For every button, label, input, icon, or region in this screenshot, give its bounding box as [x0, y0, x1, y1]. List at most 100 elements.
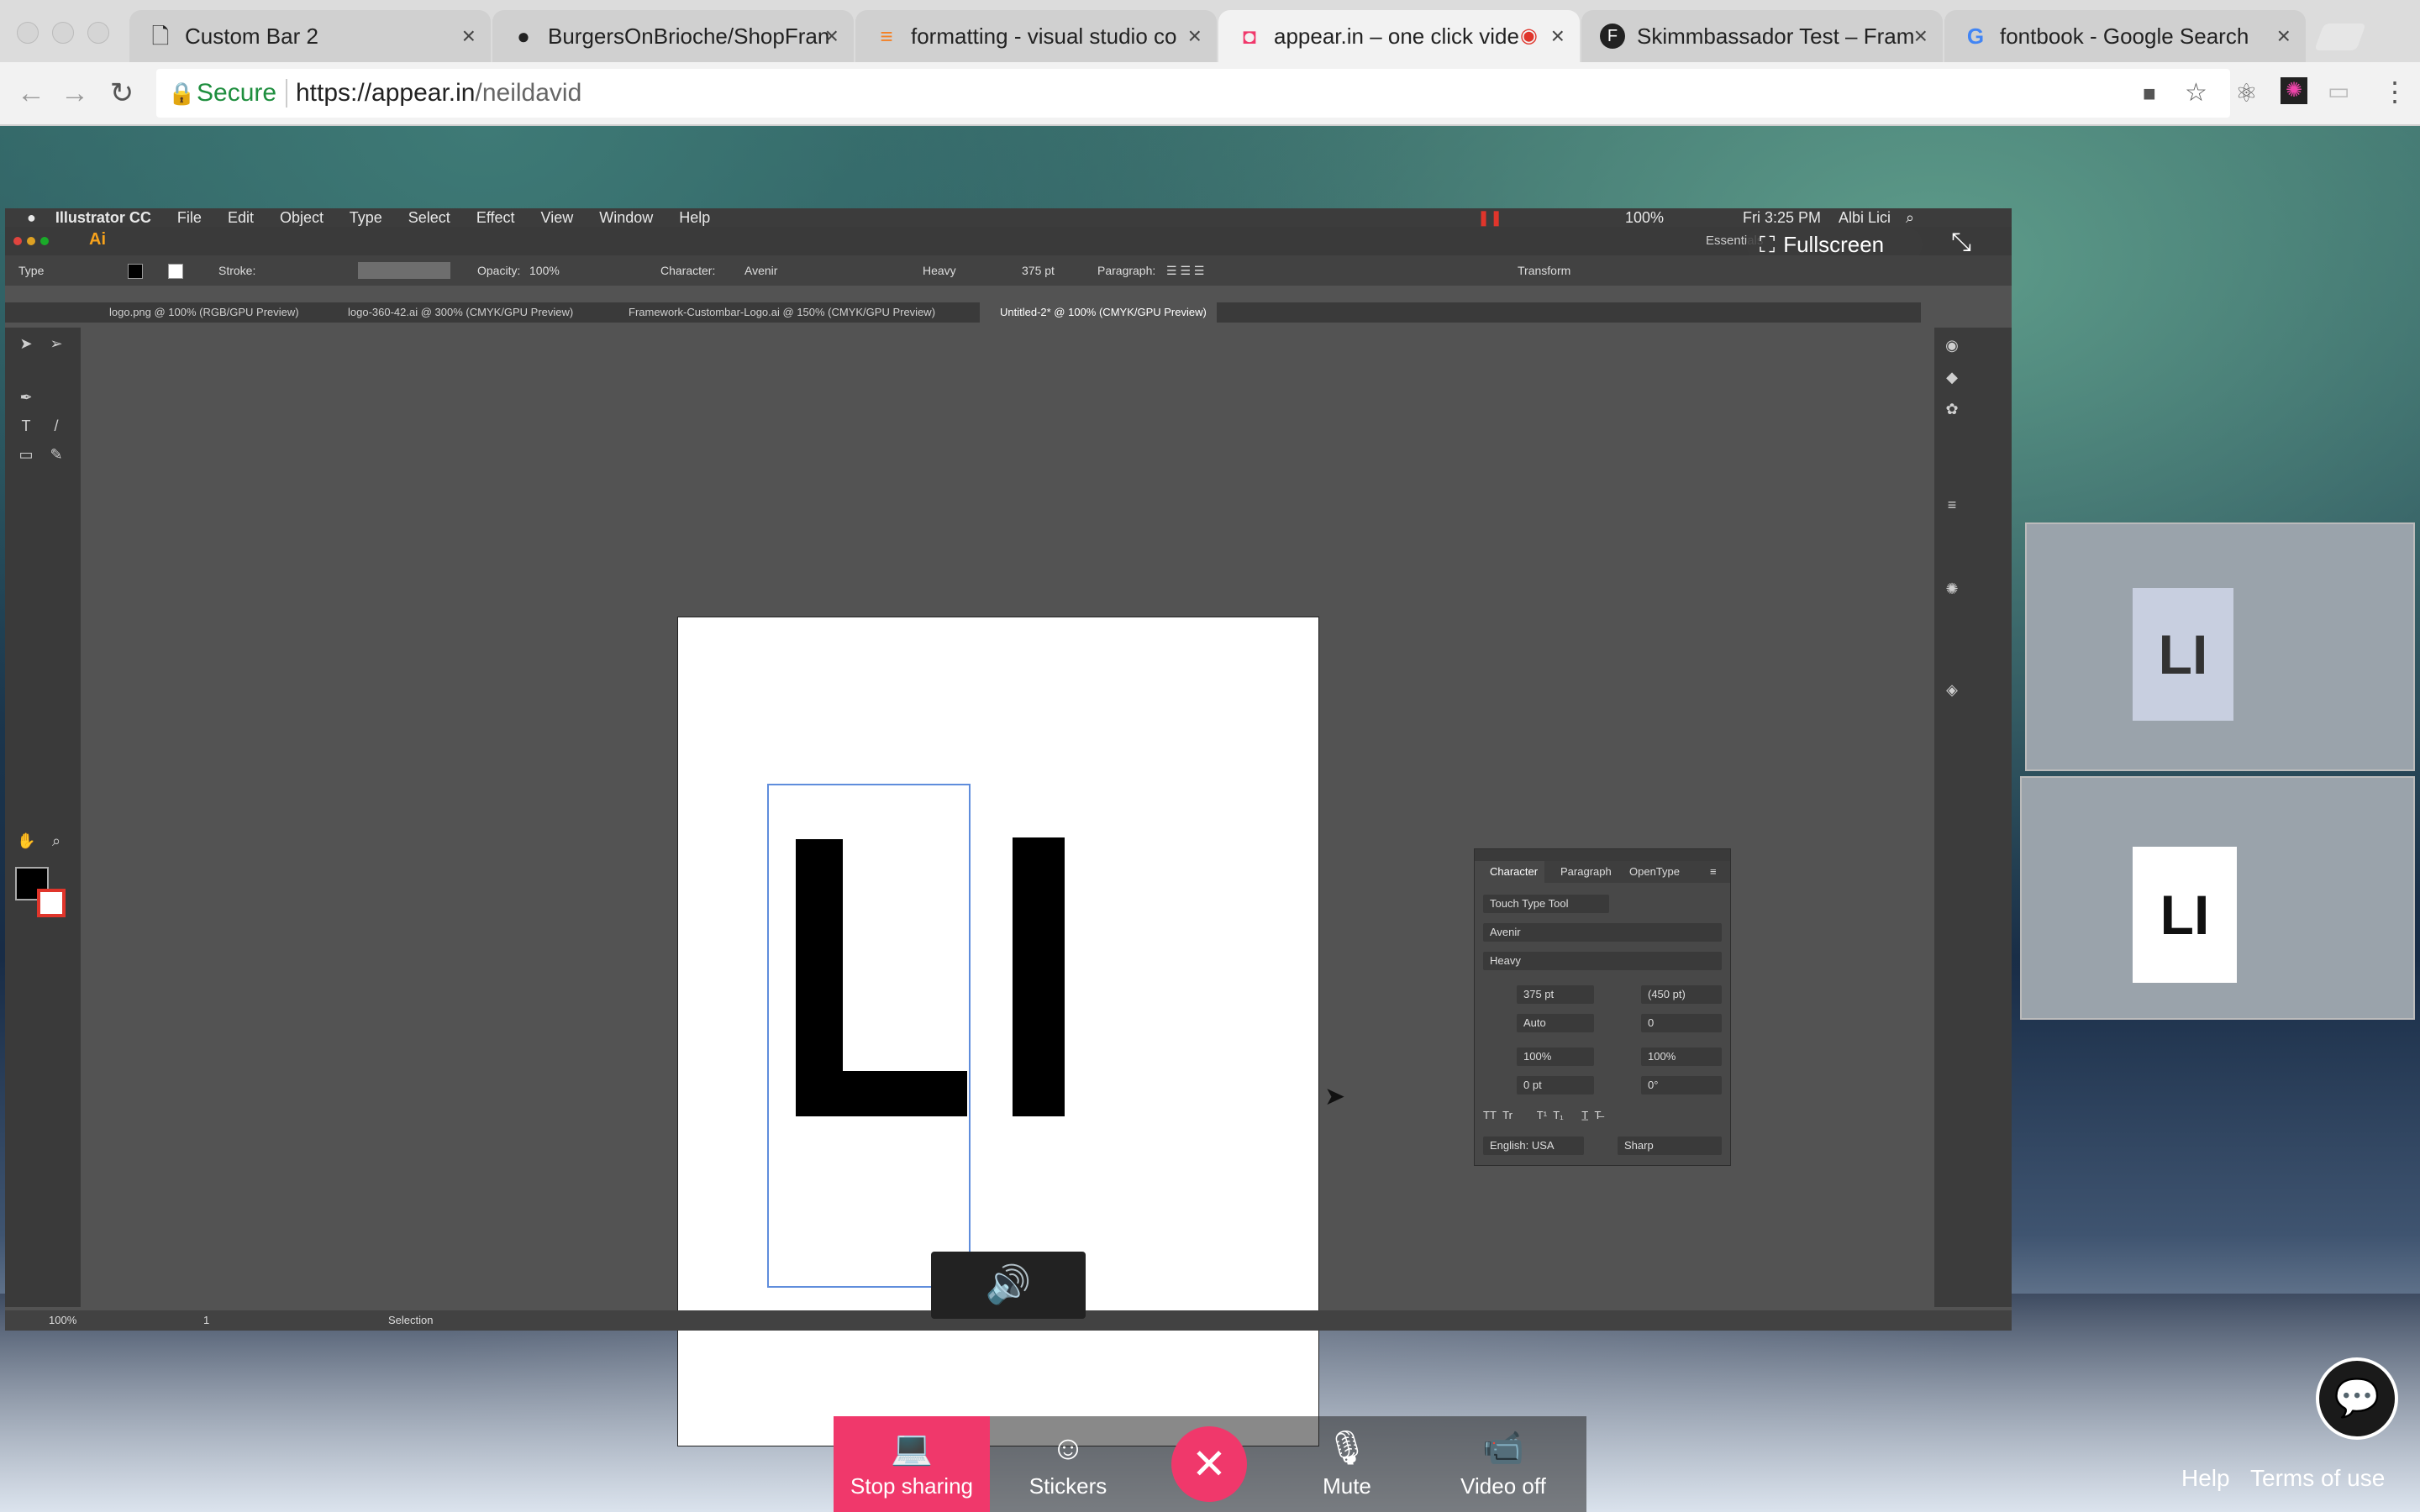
participant-thumbnail[interactable]: LI: [2025, 522, 2415, 771]
panel-icon[interactable]: ✺: [1943, 580, 1961, 598]
menu-view[interactable]: View: [541, 209, 574, 226]
browser-tab-stackoverflow[interactable]: ≡ formatting - visual studio co ×: [855, 10, 1217, 62]
close-tab-icon[interactable]: ×: [2277, 10, 2291, 62]
transform-link[interactable]: Transform: [1518, 255, 1570, 286]
artboard-number[interactable]: 1: [203, 1310, 209, 1331]
chrome-menu-icon[interactable]: ⋮: [2381, 76, 2408, 108]
case-buttons-row[interactable]: TT Tr T¹ T₁ T̲ T̶: [1483, 1105, 1722, 1126]
video-off-button[interactable]: 📹 Video off: [1425, 1416, 1581, 1512]
panel-titlebar[interactable]: [1475, 849, 1730, 861]
panel-icon[interactable]: ≡: [1943, 496, 1961, 514]
panel-icon[interactable]: ✿: [1943, 400, 1961, 418]
close-tab-icon[interactable]: ×: [1188, 10, 1202, 62]
antialias-select[interactable]: Sharp: [1618, 1137, 1722, 1155]
zoom-tool-icon[interactable]: ⌕: [47, 832, 66, 850]
menu-window[interactable]: Window: [599, 209, 653, 226]
doc-tab-logo-ai[interactable]: logo-360-42.ai @ 300% (CMYK/GPU Preview): [328, 302, 583, 323]
vertical-scale-input[interactable]: 100%: [1517, 1047, 1594, 1066]
tab-paragraph[interactable]: Paragraph: [1560, 861, 1612, 883]
touch-type-tool-button[interactable]: Touch Type Tool: [1483, 895, 1609, 913]
browser-tab-framer[interactable]: F Skimmbassador Test – Fram ×: [1581, 10, 1943, 62]
bookmark-star-icon[interactable]: ☆: [2185, 69, 2207, 118]
end-call-button[interactable]: ✕: [1171, 1426, 1247, 1502]
close-dot[interactable]: [13, 237, 22, 245]
kerning-input[interactable]: Auto: [1517, 1014, 1594, 1032]
collapse-icon[interactable]: ⤡: [1951, 228, 1971, 257]
direct-selection-tool-icon[interactable]: ➢: [47, 334, 66, 353]
menu-type[interactable]: Type: [350, 209, 382, 226]
rectangle-tool-icon[interactable]: ▭: [17, 445, 35, 464]
align-icons[interactable]: ☰ ☰ ☰: [1166, 255, 1204, 286]
opacity-value[interactable]: 100%: [529, 255, 560, 286]
speaker-button[interactable]: 🔊: [931, 1252, 1086, 1319]
menu-file[interactable]: File: [177, 209, 202, 226]
tracking-input[interactable]: 0: [1641, 1014, 1722, 1032]
menu-edit[interactable]: Edit: [228, 209, 254, 226]
browser-tab-google[interactable]: G fontbook - Google Search ×: [1944, 10, 2306, 62]
horizontal-scale-input[interactable]: 100%: [1641, 1047, 1722, 1066]
stickers-button[interactable]: ☺ Stickers: [990, 1416, 1146, 1512]
mute-button[interactable]: 🎙 Mute: [1269, 1416, 1425, 1512]
language-select[interactable]: English: USA: [1483, 1137, 1584, 1155]
close-tab-icon[interactable]: ×: [1914, 10, 1928, 62]
menu-help[interactable]: Help: [679, 209, 710, 226]
type-tool-icon[interactable]: T: [17, 417, 35, 435]
font-style-field[interactable]: Heavy: [1483, 952, 1722, 970]
browser-tab-appear-in[interactable]: ◘ appear.in – one click vide ◉ ×: [1218, 10, 1580, 62]
tab-character[interactable]: Character: [1475, 861, 1545, 883]
brush-tool-icon[interactable]: ✎: [47, 445, 66, 464]
doc-tab-untitled[interactable]: Untitled-2* @ 100% (CMYK/GPU Preview): [980, 302, 1217, 323]
min-dot[interactable]: [27, 237, 35, 245]
font-size-field[interactable]: 375 pt: [1022, 255, 1055, 286]
back-arrow-icon[interactable]: ←: [12, 74, 50, 113]
panel-menu-icon[interactable]: ≡: [1710, 861, 1717, 883]
reload-icon[interactable]: ↻: [103, 74, 141, 113]
zoom-level[interactable]: 100%: [49, 1310, 76, 1331]
menu-effect[interactable]: Effect: [476, 209, 515, 226]
selection-tool-icon[interactable]: ➤: [17, 334, 35, 353]
extension-cast-icon[interactable]: ▭: [2328, 77, 2349, 105]
terms-link[interactable]: Terms of use: [2250, 1465, 2385, 1492]
stop-sharing-button[interactable]: 💻 Stop sharing: [834, 1416, 990, 1512]
stroke-color-swatch[interactable]: [37, 889, 66, 917]
doc-tab-logo-png[interactable]: logo.png @ 100% (RGB/GPU Preview): [89, 302, 309, 323]
zoom-dot[interactable]: [40, 237, 49, 245]
browser-tab-custom-bar[interactable]: 🗋 Custom Bar 2 ×: [129, 10, 491, 62]
menu-app[interactable]: Illustrator CC: [55, 209, 151, 226]
browser-tab-github[interactable]: ● BurgersOnBrioche/ShopFran ×: [492, 10, 854, 62]
apple-icon[interactable]: ●: [27, 209, 36, 226]
close-tab-icon[interactable]: ×: [1551, 10, 1565, 62]
close-tab-icon[interactable]: ×: [462, 10, 476, 62]
panel-icon[interactable]: ◉: [1943, 336, 1961, 354]
help-link[interactable]: Help: [2181, 1465, 2230, 1492]
camera-icon[interactable]: ■: [2143, 69, 2156, 118]
extension-star-icon[interactable]: ✺: [2281, 77, 2307, 104]
window-minimize-button[interactable]: [52, 22, 74, 44]
brush-preview[interactable]: [358, 262, 450, 279]
address-bar[interactable]: 🔒 Secure https://appear.in/neildavid ■ ☆: [156, 69, 2230, 118]
panel-icon[interactable]: ◆: [1943, 368, 1961, 386]
stroke-swatch[interactable]: [168, 264, 183, 279]
hand-tool-icon[interactable]: ✋: [17, 832, 35, 850]
doc-tab-framework[interactable]: Framework-Custombar-Logo.ai @ 150% (CMYK…: [608, 302, 945, 323]
spotlight-icon[interactable]: ⌕: [1906, 208, 1914, 227]
fill-swatch[interactable]: [128, 264, 143, 279]
chat-button[interactable]: 💬: [2316, 1357, 2398, 1440]
weight-select[interactable]: Heavy: [923, 255, 956, 286]
font-size-input[interactable]: 375 pt: [1517, 985, 1594, 1004]
close-tab-icon[interactable]: ×: [825, 10, 839, 62]
window-close-button[interactable]: [17, 22, 39, 44]
layers-icon[interactable]: ◈: [1943, 680, 1961, 699]
pen-tool-icon[interactable]: ✒: [17, 388, 35, 407]
menu-object[interactable]: Object: [280, 209, 324, 226]
extension-atom-icon[interactable]: ⚛: [2235, 79, 2258, 108]
leading-input[interactable]: (450 pt): [1641, 985, 1722, 1004]
line-tool-icon[interactable]: /: [47, 417, 66, 435]
new-tab-button[interactable]: [2314, 24, 2366, 50]
window-zoom-button[interactable]: [87, 22, 109, 44]
tab-opentype[interactable]: OpenType: [1629, 861, 1680, 883]
font-select[interactable]: Avenir: [744, 255, 777, 286]
self-view-thumbnail[interactable]: LI: [2020, 776, 2415, 1020]
rotation-input[interactable]: 0°: [1641, 1076, 1722, 1095]
forward-arrow-icon[interactable]: →: [55, 74, 94, 113]
